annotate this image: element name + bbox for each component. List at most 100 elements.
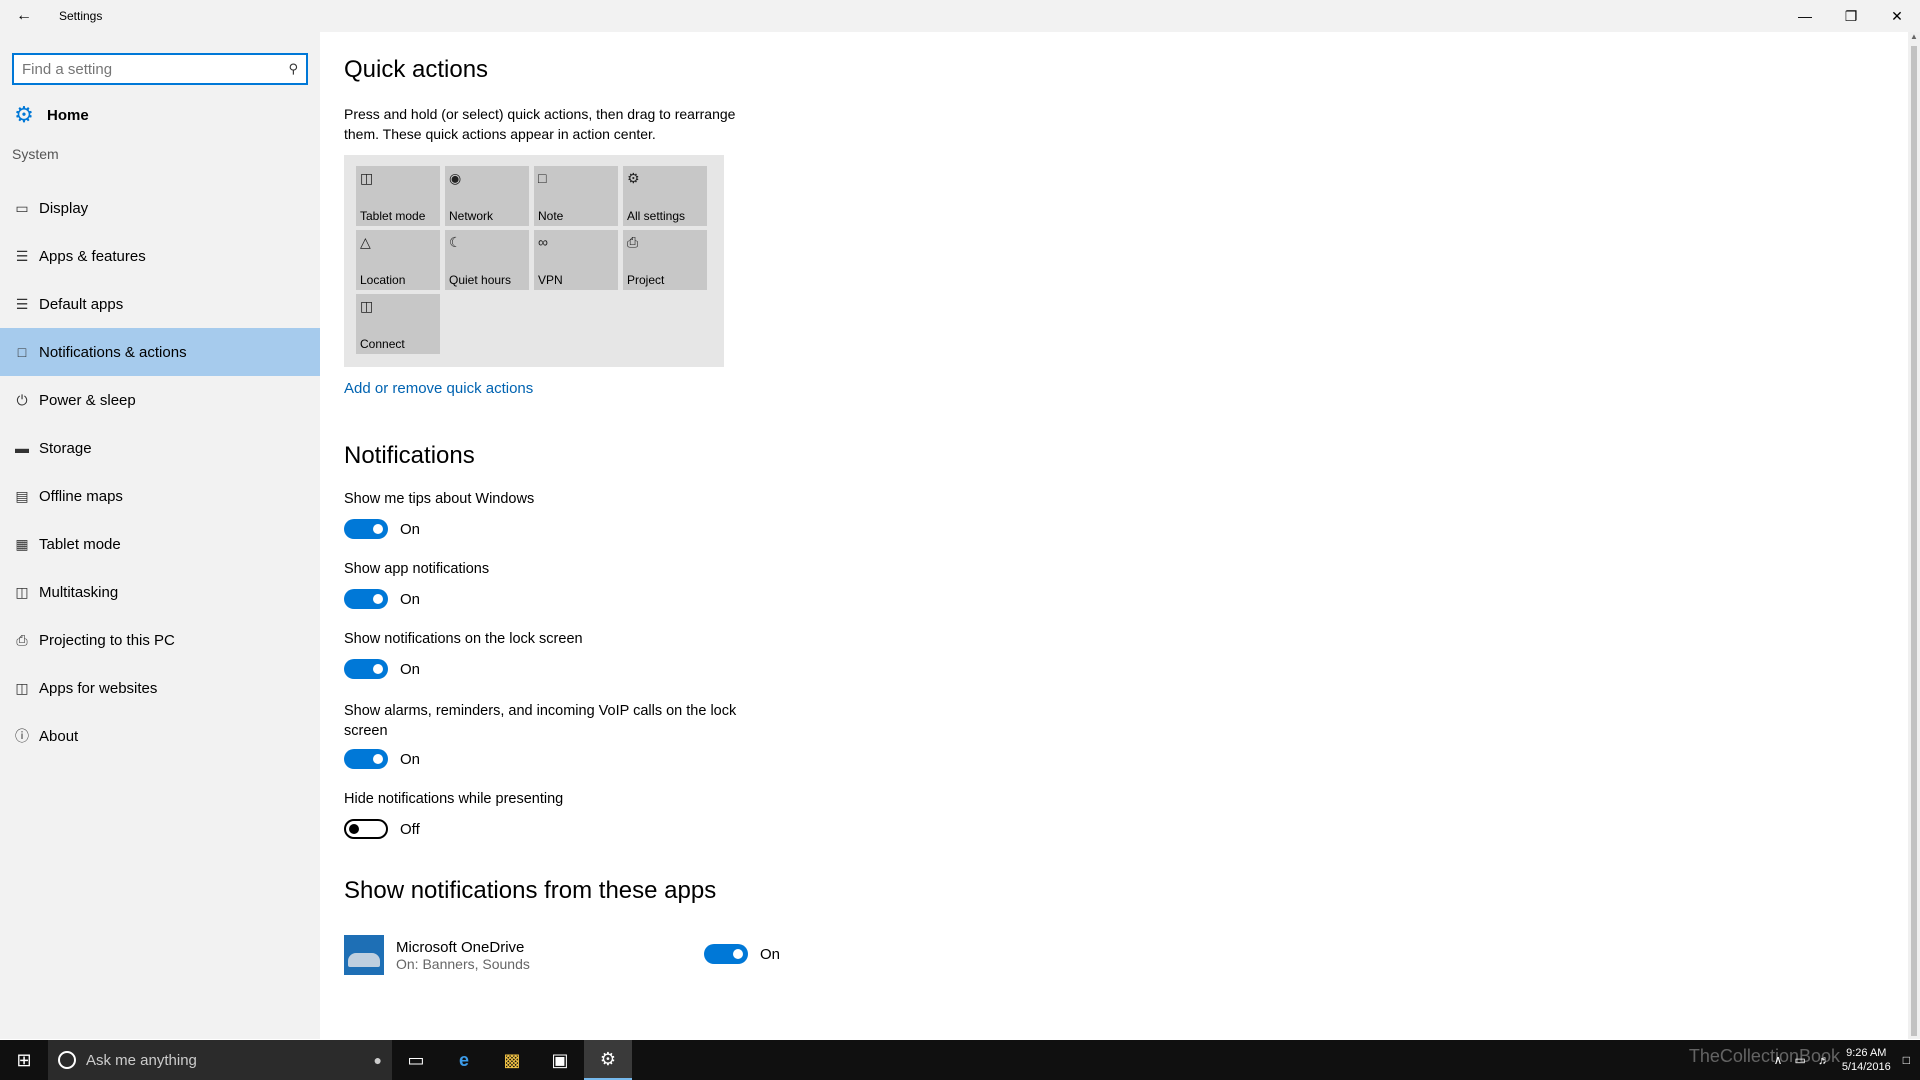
- notification-icon: □: [17, 344, 27, 360]
- sidebar-item-apps-websites[interactable]: ◫ Apps for websites: [0, 664, 320, 712]
- action-center-icon[interactable]: □: [1903, 1053, 1910, 1067]
- sidebar-item-label: Offline maps: [39, 487, 123, 505]
- toggle-knob: [373, 524, 383, 534]
- qa-tile-label: Note: [538, 209, 564, 223]
- toggle-state: On: [400, 520, 421, 538]
- notifications-title: Notifications: [344, 442, 475, 469]
- qa-tile-vpn[interactable]: ∞ VPN: [534, 230, 618, 290]
- microphone-icon[interactable]: ●: [374, 1052, 382, 1068]
- sidebar-item-power-sleep[interactable]: ⏻ Power & sleep: [0, 376, 320, 424]
- qa-tile-label: All settings: [627, 209, 686, 223]
- onedrive-toggle-row: On: [704, 944, 780, 964]
- tablet-mode-icon: ◫: [360, 170, 374, 186]
- qa-tile-label: Connect: [360, 337, 405, 351]
- settings-taskbar-button[interactable]: ⚙: [584, 1040, 632, 1080]
- onedrive-icon: [344, 935, 384, 975]
- sidebar-item-default-apps[interactable]: ☰ Default apps: [0, 280, 320, 328]
- cortana-icon: [58, 1051, 76, 1069]
- edge-button[interactable]: e: [440, 1040, 488, 1080]
- lock-screen-toggle[interactable]: [344, 659, 388, 679]
- app-row-onedrive[interactable]: Microsoft OneDrive On: Banners, Sounds: [344, 935, 530, 975]
- clock-time: 9:26 AM: [1846, 1047, 1887, 1059]
- sidebar-item-storage[interactable]: ▬ Storage: [0, 424, 320, 472]
- sidebar-item-tablet-mode[interactable]: ▦ Tablet mode: [0, 520, 320, 568]
- qa-tile-connect[interactable]: ◫ Connect: [356, 294, 440, 354]
- cortana-search[interactable]: Ask me anything ●: [48, 1040, 392, 1080]
- toggle-state: Off: [400, 820, 420, 838]
- sidebar-item-multitasking[interactable]: ◫ Multitasking: [0, 568, 320, 616]
- qa-tile-quiet-hours[interactable]: ☾ Quiet hours: [445, 230, 529, 290]
- tablet-icon: ▦: [15, 535, 29, 552]
- system-tray: TheCollectionBook ∧ ▭ ♬ 9:26 AM 5/14/201…: [1689, 1040, 1920, 1080]
- search-input[interactable]: [22, 60, 289, 78]
- search-icon[interactable]: ⚲: [288, 61, 298, 77]
- qa-tile-label: Tablet mode: [360, 209, 426, 223]
- qa-tile-all-settings[interactable]: ⚙ All settings: [623, 166, 707, 226]
- minimize-button[interactable]: —: [1782, 0, 1828, 32]
- store-button[interactable]: ▣: [536, 1040, 584, 1080]
- toggle-state: On: [400, 750, 421, 768]
- back-button[interactable]: ←: [0, 0, 48, 32]
- watermark-text: TheCollectionBook: [1688, 1046, 1840, 1066]
- sidebar-item-apps-features[interactable]: ☰ Apps & features: [0, 232, 320, 280]
- clock-date: 5/14/2016: [1841, 1061, 1891, 1073]
- sidebar-item-notifications[interactable]: □ Notifications & actions: [0, 328, 320, 376]
- qa-tile-label: Network: [449, 209, 494, 223]
- gear-icon: ⚙: [627, 170, 640, 186]
- scroll-thumb[interactable]: [1911, 46, 1917, 1036]
- file-explorer-button[interactable]: ▩: [488, 1040, 536, 1080]
- cortana-placeholder: Ask me anything: [86, 1051, 197, 1069]
- quick-actions-description: Press and hold (or select) quick actions…: [344, 106, 736, 142]
- toggle-knob: [373, 664, 383, 674]
- close-button[interactable]: ✕: [1874, 0, 1920, 32]
- title-bar: ← Settings — ❐ ✕: [0, 0, 1920, 32]
- apps-section-title: Show notifications from these apps: [344, 877, 717, 904]
- qa-tile-project[interactable]: ⎙ Project: [623, 230, 707, 290]
- nav-list: ▭ Display ☰ Apps & features ☰ Default ap…: [0, 184, 320, 760]
- sidebar-item-label: Default apps: [39, 295, 124, 313]
- app-notifications-toggle[interactable]: [344, 589, 388, 609]
- toggle-knob: [733, 949, 743, 959]
- connect-icon: ◫: [360, 298, 374, 314]
- sidebar-item-about[interactable]: ⓘ About: [0, 712, 320, 760]
- presenting-toggle-row: Off: [344, 819, 420, 839]
- display-icon: ▭: [15, 199, 29, 216]
- alarms-toggle[interactable]: [344, 749, 388, 769]
- sidebar-item-label: Apps for websites: [39, 679, 158, 697]
- restore-button[interactable]: ❐: [1828, 0, 1874, 32]
- folder-icon: ▩: [503, 1049, 521, 1070]
- setting-label: Show alarms, reminders, and incoming VoI…: [344, 703, 737, 739]
- sidebar-item-label: Apps & features: [39, 247, 146, 265]
- sidebar-item-label: Display: [39, 199, 89, 217]
- qa-tile-network[interactable]: ◉ Network: [445, 166, 529, 226]
- sidebar-item-label: Notifications & actions: [39, 343, 187, 361]
- task-view-button[interactable]: ▭: [392, 1040, 440, 1080]
- apps-websites-icon: ◫: [15, 679, 29, 696]
- sidebar-item-display[interactable]: ▭ Display: [0, 184, 320, 232]
- lock-screen-toggle-row: On: [344, 659, 420, 679]
- qa-tile-label: Quiet hours: [449, 273, 512, 287]
- sidebar-item-home[interactable]: ⚙ Home: [0, 94, 320, 136]
- tips-toggle[interactable]: [344, 519, 388, 539]
- toggle-state: On: [400, 590, 421, 608]
- sidebar-item-offline-maps[interactable]: ▤ Offline maps: [0, 472, 320, 520]
- task-view-icon: ▭: [407, 1049, 425, 1070]
- scroll-up-icon[interactable]: ▲: [1908, 32, 1920, 44]
- setting-label: Show me tips about Windows: [344, 491, 535, 507]
- search-box[interactable]: ⚲: [12, 53, 308, 85]
- project-icon: ⎙: [16, 631, 28, 648]
- clock[interactable]: 9:26 AM 5/14/2016: [1842, 1046, 1891, 1074]
- presenting-toggle[interactable]: [344, 819, 388, 839]
- scrollbar[interactable]: ▲: [1908, 32, 1920, 1039]
- qa-tile-note[interactable]: □ Note: [534, 166, 618, 226]
- list-icon: ☰: [15, 247, 29, 264]
- start-button[interactable]: ⊞: [0, 1040, 48, 1080]
- onedrive-toggle[interactable]: [704, 944, 748, 964]
- add-remove-quick-actions-link[interactable]: Add or remove quick actions: [344, 380, 533, 397]
- qa-tile-location[interactable]: △ Location: [356, 230, 440, 290]
- app-notifications-toggle-row: On: [344, 589, 420, 609]
- toggle-state: On: [760, 945, 781, 963]
- gear-icon: ⚙: [14, 102, 34, 127]
- sidebar-item-projecting[interactable]: ⎙ Projecting to this PC: [0, 616, 320, 664]
- qa-tile-tablet-mode[interactable]: ◫ Tablet mode: [356, 166, 440, 226]
